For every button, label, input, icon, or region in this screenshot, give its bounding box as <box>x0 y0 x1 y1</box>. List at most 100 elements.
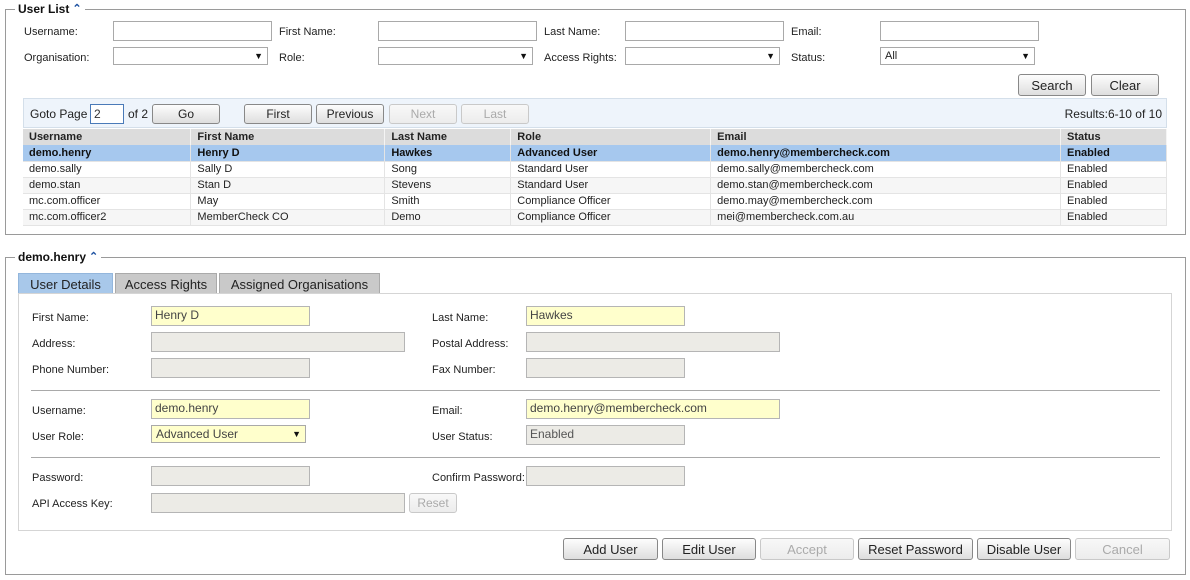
cell-first-name: Stan D <box>190 177 386 194</box>
reset-password-button[interactable]: Reset Password <box>858 538 973 560</box>
cell-status: Enabled <box>1060 209 1167 226</box>
column-header-email[interactable]: Email <box>710 129 1061 145</box>
first-name-field[interactable]: Henry D <box>151 306 310 326</box>
last-name-label: Last Name: <box>432 312 489 324</box>
cell-first-name: MemberCheck CO <box>190 209 386 226</box>
filter-organisation-select[interactable]: ▼ <box>113 47 268 65</box>
add-user-button[interactable]: Add User <box>563 538 658 560</box>
filter-status-label: Status: <box>791 52 826 64</box>
address-field[interactable] <box>151 332 405 352</box>
cell-email: demo.henry@membercheck.com <box>710 145 1061 162</box>
cell-role: Compliance Officer <box>510 193 712 210</box>
results-count: Results:6-10 of 10 <box>1064 107 1162 121</box>
filter-access-rights-label: Access Rights: <box>544 52 617 64</box>
pager-bar: Goto Page of 2 Go First Previous Next La… <box>23 98 1167 128</box>
password-field[interactable] <box>151 466 310 486</box>
fax-number-label: Fax Number: <box>432 364 496 376</box>
cell-role: Compliance Officer <box>510 209 712 226</box>
table-row[interactable]: demo.stan Stan D Stevens Standard User d… <box>23 177 1167 194</box>
filter-username-input[interactable] <box>113 21 272 41</box>
email-field[interactable]: demo.henry@membercheck.com <box>526 399 780 419</box>
cell-role: Advanced User <box>510 145 712 162</box>
table-row[interactable]: mc.com.officer May Smith Compliance Offi… <box>23 193 1167 210</box>
table-header-row: Username First Name Last Name Role Email… <box>23 129 1167 145</box>
fax-number-field[interactable] <box>526 358 685 378</box>
user-role-select[interactable]: Advanced User ▼ <box>151 425 306 443</box>
filter-status-select[interactable]: All ▼ <box>880 47 1035 65</box>
user-role-value: Advanced User <box>156 427 239 441</box>
filter-first-name-input[interactable] <box>378 21 537 41</box>
edit-user-button[interactable]: Edit User <box>662 538 756 560</box>
cell-email: demo.sally@membercheck.com <box>710 161 1061 178</box>
cancel-button[interactable]: Cancel <box>1075 538 1170 560</box>
column-header-last-name[interactable]: Last Name <box>384 129 512 145</box>
password-label: Password: <box>32 472 84 484</box>
search-button[interactable]: Search <box>1018 74 1086 96</box>
collapse-up-icon[interactable]: ⌃ <box>72 4 81 15</box>
dropdown-arrow-icon: ▼ <box>766 51 775 61</box>
tab-user-details[interactable]: User Details <box>18 273 113 294</box>
go-button[interactable]: Go <box>152 104 220 124</box>
filter-organisation-label: Organisation: <box>24 52 90 64</box>
filter-role-label: Role: <box>279 52 305 64</box>
cell-username: mc.com.officer <box>23 193 192 210</box>
phone-number-label: Phone Number: <box>32 364 110 376</box>
clear-button[interactable]: Clear <box>1091 74 1159 96</box>
table-row[interactable]: demo.sally Sally D Song Standard User de… <box>23 161 1167 178</box>
cell-last-name: Hawkes <box>384 145 512 162</box>
cell-username: demo.sally <box>23 161 192 178</box>
user-role-label: User Role: <box>32 431 84 443</box>
column-header-username[interactable]: Username <box>23 129 192 145</box>
disable-user-button[interactable]: Disable User <box>977 538 1071 560</box>
previous-page-button[interactable]: Previous <box>316 104 384 124</box>
table-row[interactable]: mc.com.officer2 MemberCheck CO Demo Comp… <box>23 209 1167 226</box>
cell-last-name: Stevens <box>384 177 512 194</box>
api-access-key-field[interactable] <box>151 493 405 513</box>
accept-button[interactable]: Accept <box>760 538 854 560</box>
collapse-up-icon[interactable]: ⌃ <box>89 252 98 263</box>
cell-username: demo.henry <box>23 145 192 162</box>
dropdown-arrow-icon: ▼ <box>1021 51 1030 61</box>
cell-role: Standard User <box>510 177 712 194</box>
cell-status: Enabled <box>1060 193 1167 210</box>
username-field[interactable]: demo.henry <box>151 399 310 419</box>
column-header-role[interactable]: Role <box>510 129 712 145</box>
filter-role-select[interactable]: ▼ <box>378 47 533 65</box>
column-header-status[interactable]: Status <box>1060 129 1167 145</box>
filter-access-rights-select[interactable]: ▼ <box>625 47 780 65</box>
cell-status: Enabled <box>1060 161 1167 178</box>
cell-username: mc.com.officer2 <box>23 209 192 226</box>
filter-last-name-input[interactable] <box>625 21 784 41</box>
user-list-legend[interactable]: User List ⌃ <box>15 2 85 16</box>
cell-username: demo.stan <box>23 177 192 194</box>
next-page-button[interactable]: Next <box>389 104 457 124</box>
section-divider <box>31 390 1160 391</box>
filter-email-input[interactable] <box>880 21 1039 41</box>
cell-status: Enabled <box>1060 145 1167 162</box>
last-page-button[interactable]: Last <box>461 104 529 124</box>
tab-access-rights[interactable]: Access Rights <box>115 273 217 294</box>
phone-number-field[interactable] <box>151 358 310 378</box>
table-row[interactable]: demo.henry Henry D Hawkes Advanced User … <box>23 145 1167 162</box>
cell-email: demo.may@membercheck.com <box>710 193 1061 210</box>
column-header-first-name[interactable]: First Name <box>190 129 386 145</box>
section-divider <box>31 457 1160 458</box>
last-name-field[interactable]: Hawkes <box>526 306 685 326</box>
goto-page-input[interactable] <box>90 104 124 124</box>
tab-assigned-organisations[interactable]: Assigned Organisations <box>219 273 380 294</box>
first-page-button[interactable]: First <box>244 104 312 124</box>
cell-first-name: Henry D <box>190 145 386 162</box>
reset-api-key-button[interactable]: Reset <box>409 493 457 513</box>
cell-first-name: May <box>190 193 386 210</box>
user-status-field[interactable]: Enabled <box>526 425 685 445</box>
cell-first-name: Sally D <box>190 161 386 178</box>
cell-email: mei@membercheck.com.au <box>710 209 1061 226</box>
postal-address-field[interactable] <box>526 332 780 352</box>
user-detail-legend[interactable]: demo.henry ⌃ <box>15 250 102 264</box>
dropdown-arrow-icon: ▼ <box>254 51 263 61</box>
confirm-password-field[interactable] <box>526 466 685 486</box>
filter-last-name-label: Last Name: <box>544 26 601 38</box>
first-name-label: First Name: <box>32 312 89 324</box>
filter-username-label: Username: <box>24 26 78 38</box>
cell-status: Enabled <box>1060 177 1167 194</box>
